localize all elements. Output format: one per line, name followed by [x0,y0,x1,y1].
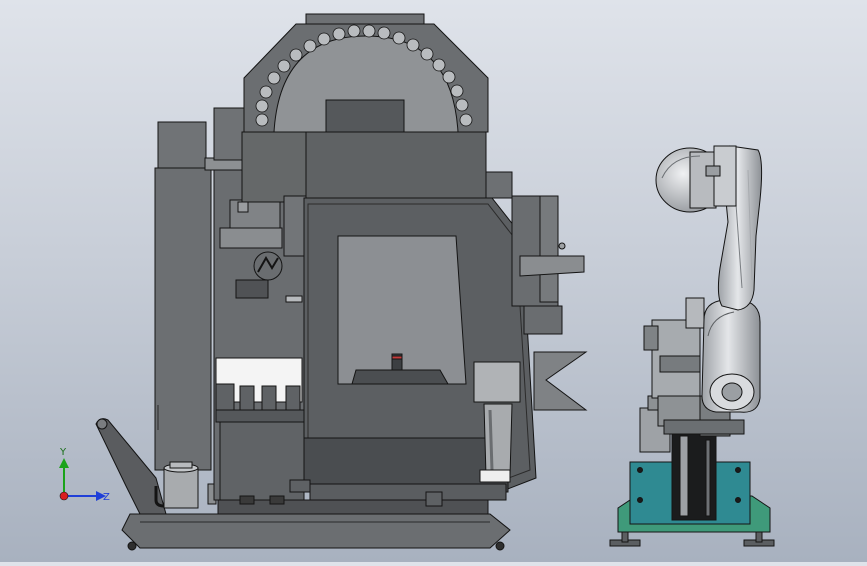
robot-base-joint [671,431,717,521]
axis-triad: Y Z [59,447,110,503]
industrial-robot [609,145,775,547]
z-axis-label: Z [103,492,110,503]
robot-wrist-motor [655,145,737,213]
cnc-machine [95,13,588,551]
tool-changer [243,13,489,137]
door-window [337,235,467,385]
cad-viewport[interactable]: Y Z [0,0,867,562]
y-axis-label: Y [59,447,67,458]
brand-logo [253,251,283,281]
robot-lower-arm [701,299,761,413]
